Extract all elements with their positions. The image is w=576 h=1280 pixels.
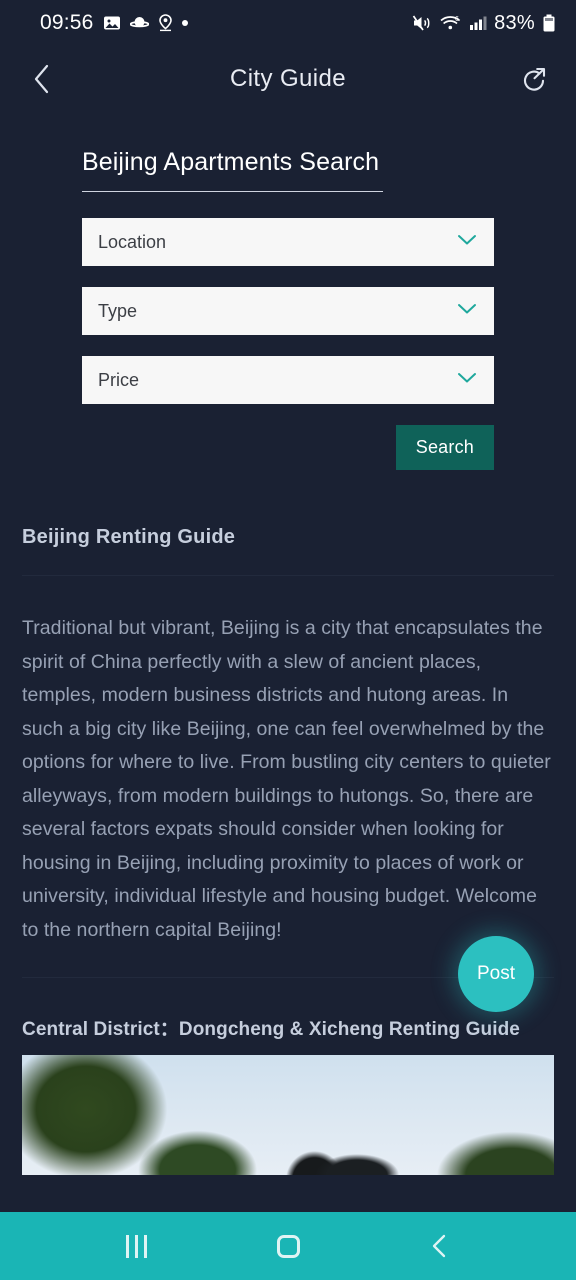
scroll-content: Beijing Apartments Search Location Type …: [0, 112, 576, 1280]
chevron-down-icon: [456, 233, 478, 252]
cellular-signal-icon: [469, 14, 487, 32]
status-bar: 09:56 6 83%: [0, 0, 576, 46]
post-fab-button[interactable]: Post: [458, 936, 534, 1012]
select-type-label: Type: [98, 300, 138, 321]
district-photo: [22, 1055, 554, 1175]
location-pin-icon: [158, 14, 173, 32]
share-icon[interactable]: [514, 59, 554, 99]
select-location-label: Location: [98, 231, 167, 252]
select-location[interactable]: Location: [82, 218, 494, 266]
home-icon[interactable]: [258, 1216, 318, 1276]
search-button-row: Search: [82, 425, 494, 470]
select-type[interactable]: Type: [82, 287, 494, 335]
status-time: 09:56: [40, 11, 94, 34]
select-price[interactable]: Price: [82, 356, 494, 404]
mute-icon: [412, 14, 433, 32]
apartment-search-panel: Beijing Apartments Search Location Type …: [0, 112, 576, 470]
renting-guide-section: Beijing Renting Guide Traditional but vi…: [0, 470, 576, 978]
app-bar: City Guide: [0, 46, 576, 112]
guide-heading: Beijing Renting Guide: [22, 526, 236, 548]
svg-text:6: 6: [455, 16, 459, 23]
search-button[interactable]: Search: [395, 425, 494, 470]
chevron-down-icon: [456, 371, 478, 390]
battery-icon: [542, 14, 556, 33]
post-fab-label: Post: [476, 963, 516, 984]
back-icon[interactable]: [410, 1216, 470, 1276]
title-underline: [82, 191, 383, 192]
status-bar-right: 6 83%: [412, 12, 556, 35]
wifi-icon: 6: [440, 14, 462, 32]
chevron-down-icon: [456, 302, 478, 321]
back-chevron-icon[interactable]: [22, 59, 62, 99]
select-price-label: Price: [98, 369, 140, 390]
image-icon: [103, 14, 121, 32]
central-district-heading: Central District：Dongcheng & Xicheng Ren…: [22, 1019, 520, 1040]
dot-icon: [181, 20, 188, 26]
search-panel-title: Beijing Apartments Search: [82, 148, 380, 176]
battery-percent: 83%: [494, 11, 535, 34]
status-bar-left: 09:56: [40, 11, 188, 35]
planet-icon: [129, 14, 149, 32]
guide-body-text: Traditional but vibrant, Beijing is a ci…: [22, 617, 551, 941]
page-title: City Guide: [229, 65, 347, 92]
recents-icon[interactable]: [106, 1216, 166, 1276]
system-navigation-bar: [0, 1212, 576, 1280]
guide-divider: [22, 575, 554, 576]
